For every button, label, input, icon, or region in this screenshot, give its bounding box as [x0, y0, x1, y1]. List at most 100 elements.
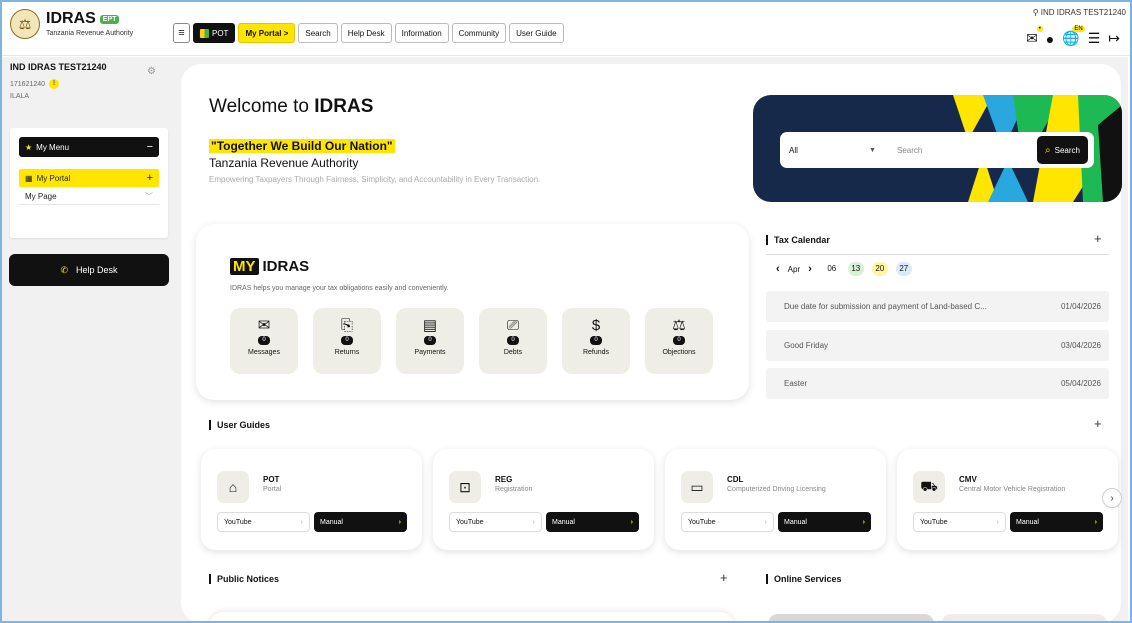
- help-desk-button[interactable]: ✆ Help Desk: [9, 254, 169, 286]
- tile-label: Debts: [503, 349, 523, 356]
- sidebar-user-id: 171621240!: [10, 79, 168, 89]
- calendar-day[interactable]: 20: [871, 262, 888, 276]
- manual-button[interactable]: Manual ›: [778, 512, 871, 532]
- chevron-down-icon: ﹀: [145, 192, 153, 201]
- nav-help-desk[interactable]: Help Desk: [340, 23, 392, 43]
- home-icon: ⌂: [217, 471, 249, 503]
- logo-badge: EPT: [99, 14, 120, 24]
- tile-refunds[interactable]: $0 Refunds: [562, 308, 630, 374]
- logo-title: IDRAS EPT: [46, 11, 133, 27]
- youtube-button[interactable]: YouTube ›: [217, 512, 310, 532]
- collapse-icon[interactable]: −: [147, 141, 153, 153]
- nav-community[interactable]: Community: [451, 23, 507, 43]
- debts-icon: ⎚: [506, 317, 519, 334]
- online-service-card[interactable]: [941, 614, 1107, 623]
- tile-label: Payments: [414, 349, 446, 356]
- welcome-heading: Welcome to IDRAS: [209, 96, 374, 117]
- tile-debts[interactable]: ⎚ 0 Debts: [479, 308, 547, 374]
- org-name: Tanzania Revenue Authority: [209, 156, 359, 170]
- language-icon[interactable]: 🌐 EN: [1062, 26, 1085, 47]
- warning-icon[interactable]: !: [49, 79, 60, 89]
- expand-icon[interactable]: +: [147, 172, 153, 184]
- logo-subtitle: Tanzania Revenue Authority: [46, 30, 134, 37]
- divider: [766, 254, 1109, 255]
- top-nav: ≡ POT My Portal > Search Help Desk Infor…: [173, 23, 564, 43]
- calendar-event[interactable]: Good Friday 03/04/2026: [766, 330, 1109, 361]
- chevron-right-icon[interactable]: ›: [808, 263, 812, 275]
- tile-label: Returns: [334, 349, 360, 356]
- my-idras-card: MY IDRAS IDRAS helps you manage your tax…: [196, 224, 749, 400]
- nav-search[interactable]: Search: [298, 23, 338, 43]
- user-guides-expand-icon[interactable]: +: [1094, 416, 1102, 431]
- youtube-button[interactable]: YouTube ›: [913, 512, 1006, 532]
- top-user-label[interactable]: ⚲ IND IDRAS TEST21240: [1033, 8, 1126, 17]
- youtube-button[interactable]: YouTube ›: [681, 512, 774, 532]
- slogan: "Together We Build Our Nation": [209, 139, 395, 153]
- user-guides-title: User Guides: [209, 420, 270, 430]
- guide-card-cmv: ⛟ CMV Central Motor Vehicle Registration…: [897, 449, 1118, 550]
- tile-objections[interactable]: ⚖ 0 Objections: [645, 308, 713, 374]
- chevron-left-icon[interactable]: ‹: [776, 263, 780, 275]
- public-notices-expand-icon[interactable]: +: [720, 570, 728, 585]
- my-page-item[interactable]: My Page ﹀: [19, 189, 159, 205]
- language-badge: EN: [1072, 26, 1085, 32]
- tra-emblem-icon: ⚖: [10, 9, 40, 39]
- account-icon[interactable]: ●: [1046, 31, 1054, 47]
- guide-code: CDL: [727, 475, 744, 484]
- chevron-right-icon: ›: [1110, 492, 1114, 504]
- calendar-event[interactable]: Easter 05/04/2026: [766, 368, 1109, 399]
- online-service-card[interactable]: [768, 614, 934, 623]
- manual-button[interactable]: Manual ›: [1010, 512, 1103, 532]
- guide-card-pot: ⌂ POT Portal YouTube › Manual ›: [201, 449, 422, 550]
- my-menu-card: ★ My Menu − ▦ My Portal + My Page ﹀: [10, 128, 168, 238]
- search-button[interactable]: ⌕ Search: [1037, 136, 1088, 164]
- carousel-next-button[interactable]: ›: [1102, 488, 1122, 508]
- phone-icon: ✆: [60, 264, 69, 275]
- tile-label: Refunds: [582, 349, 610, 356]
- mail-icon[interactable]: ✉ •: [1026, 26, 1043, 47]
- guide-name: Computerized Driving Licensing: [727, 486, 826, 493]
- calendar-day[interactable]: 27: [895, 262, 912, 276]
- guide-code: REG: [495, 475, 513, 484]
- chevron-right-icon: ›: [996, 518, 999, 526]
- my-menu-header[interactable]: ★ My Menu −: [19, 137, 159, 157]
- refunds-icon: $: [591, 317, 601, 334]
- id-card-icon: ⊡: [449, 471, 481, 503]
- chevron-right-icon: ›: [630, 518, 633, 526]
- tile-payments[interactable]: ▤ 0 Payments: [396, 308, 464, 374]
- settings-sliders-icon[interactable]: ☰: [1088, 30, 1101, 47]
- tile-messages[interactable]: ✉ 0 Messages: [230, 308, 298, 374]
- my-portal-item[interactable]: ▦ My Portal +: [19, 169, 159, 187]
- search-scope-select[interactable]: All: [789, 146, 869, 155]
- calendar-day[interactable]: 06: [824, 262, 840, 276]
- search-input[interactable]: Search: [897, 146, 1037, 155]
- nav-user-guide[interactable]: User Guide: [509, 23, 564, 43]
- chevron-right-icon: ›: [764, 518, 767, 526]
- public-notice-card[interactable]: [209, 612, 734, 623]
- tile-count: 0: [507, 336, 519, 345]
- nav-my-portal[interactable]: My Portal >: [238, 23, 296, 43]
- guide-card-reg: ⊡ REG Registration YouTube › Manual ›: [433, 449, 654, 550]
- gear-icon[interactable]: ⚙: [147, 66, 156, 77]
- tile-count: 0: [341, 336, 353, 345]
- manual-button[interactable]: Manual ›: [546, 512, 639, 532]
- nav-pot[interactable]: POT: [193, 23, 236, 43]
- calendar-day[interactable]: 13: [847, 262, 864, 276]
- tile-label: Objections: [662, 349, 696, 356]
- logout-icon[interactable]: ↦: [1108, 30, 1120, 47]
- nav-information[interactable]: Information: [394, 23, 449, 43]
- guide-name: Portal: [263, 486, 282, 493]
- sidebar-user-location: ILALA: [10, 93, 30, 100]
- manual-button[interactable]: Manual ›: [314, 512, 407, 532]
- youtube-button[interactable]: YouTube ›: [449, 512, 542, 532]
- tile-count: 0: [590, 336, 602, 345]
- tax-calendar-expand-icon[interactable]: +: [1094, 231, 1102, 246]
- hamburger-menu-icon[interactable]: ≡: [173, 23, 190, 43]
- caret-down-icon[interactable]: ▼: [869, 147, 897, 154]
- logo[interactable]: ⚖ IDRAS EPT Tanzania Revenue Authority: [10, 9, 133, 39]
- tile-returns[interactable]: ⎘ 0 Returns: [313, 308, 381, 374]
- sidebar-user-name: IND IDRAS TEST21240: [10, 62, 107, 72]
- payments-icon: ▤: [422, 317, 438, 334]
- calendar-event[interactable]: Due date for submission and payment of L…: [766, 291, 1109, 322]
- grid-icon: [200, 28, 209, 38]
